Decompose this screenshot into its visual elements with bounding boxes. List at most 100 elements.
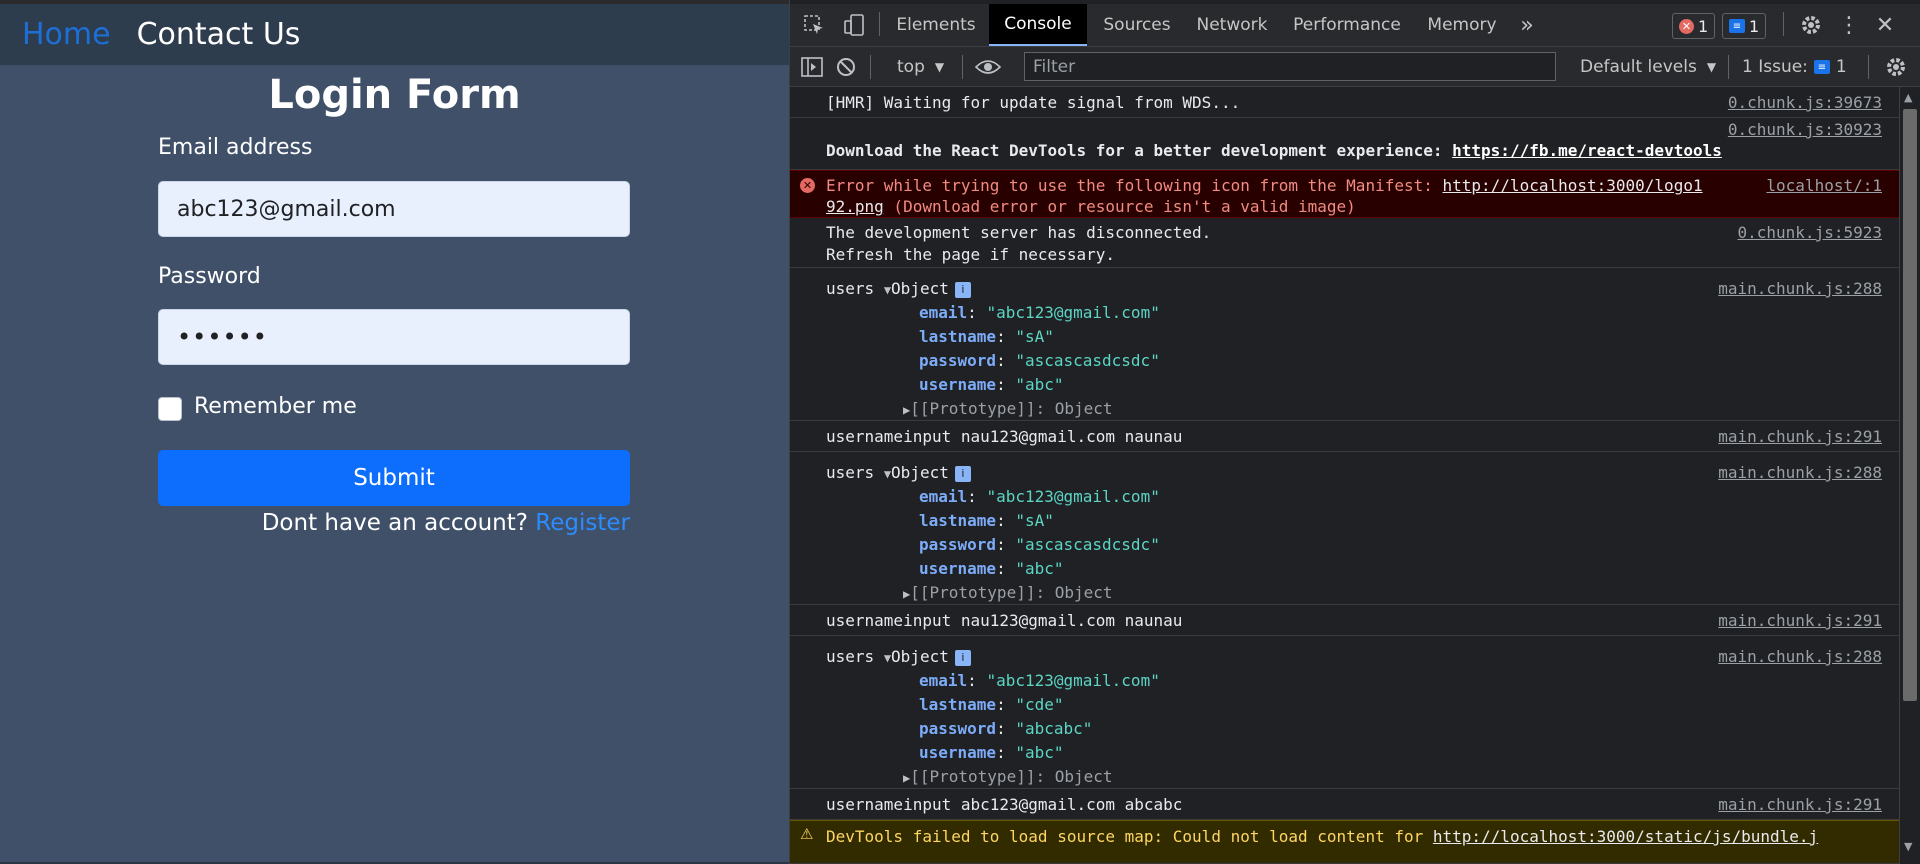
console-object: users ▼Object i main.chunk.js:288 email: … <box>790 636 1900 789</box>
error-text: (Download error or resource isn't a vali… <box>883 197 1356 216</box>
register-prompt: Dont have an account? Register <box>158 510 630 536</box>
divider <box>1728 55 1729 79</box>
more-tabs-icon[interactable]: » <box>1512 4 1542 46</box>
console-scrollbar[interactable]: ▲ ▼ <box>1899 87 1920 864</box>
email-field[interactable]: abc123@gmail.com <box>158 181 630 237</box>
info-icon: i <box>954 281 971 298</box>
inspect-icon[interactable] <box>802 13 826 37</box>
object-label: users <box>826 279 875 298</box>
context-label: top <box>897 57 925 77</box>
divider <box>962 55 963 79</box>
source-link[interactable]: main.chunk.js:288 <box>1718 646 1882 667</box>
sidebar-icon[interactable] <box>800 55 824 79</box>
bundle-link[interactable]: http://localhost:3000/static/js/bundle.j <box>1433 827 1818 846</box>
submit-button[interactable]: Submit <box>158 450 630 506</box>
error-icon: ✕ <box>1679 18 1694 34</box>
object-property: lastname: "cde" <box>919 695 1064 714</box>
caret-down-icon: ▼ <box>883 467 892 481</box>
chevron-down-icon: ▼ <box>1706 60 1717 74</box>
message-text: Download the React DevTools for a better… <box>826 140 1722 161</box>
source-link[interactable]: main.chunk.js:291 <box>1718 610 1882 631</box>
remember-me-checkbox[interactable] <box>158 397 182 421</box>
levels-label: Default levels <box>1580 57 1697 77</box>
settings-icon[interactable] <box>1799 13 1823 37</box>
message-text: usernameinput nau123@gmail.com naunau <box>826 611 1183 630</box>
object-property: lastname: "sA" <box>919 511 1054 530</box>
prototype-row[interactable]: ▶[[Prototype]]: Object <box>903 766 1113 789</box>
source-link[interactable]: main.chunk.js:288 <box>1718 278 1882 299</box>
tab-console[interactable]: Console <box>989 4 1087 46</box>
levels-dropdown[interactable]: Default levels ▼ <box>1580 47 1716 87</box>
info-icon: i <box>954 465 971 482</box>
register-link[interactable]: Register <box>535 510 630 536</box>
console-settings-icon[interactable] <box>1884 55 1908 79</box>
message-badge[interactable]: ≡ 1 <box>1722 13 1767 39</box>
object-property: password: "ascascasdcsdc" <box>919 351 1160 370</box>
chevron-down-icon: ▼ <box>934 60 945 74</box>
register-prompt-text: Dont have an account? <box>261 510 528 536</box>
source-link[interactable]: main.chunk.js:291 <box>1718 794 1882 815</box>
object-property: lastname: "sA" <box>919 327 1054 346</box>
source-link[interactable]: main.chunk.js:291 <box>1718 426 1882 447</box>
object-header[interactable]: users ▼Object i <box>826 646 971 669</box>
nav-contact-link[interactable]: Contact Us <box>137 17 301 52</box>
message-text: Refresh the page if necessary. <box>826 245 1115 264</box>
react-devtools-link[interactable]: https://fb.me/react-devtools <box>1452 141 1722 160</box>
object-header[interactable]: users ▼Object i <box>826 462 971 485</box>
source-link[interactable]: main.chunk.js:288 <box>1718 462 1882 483</box>
context-selector[interactable]: top ▼ <box>897 47 944 87</box>
error-count: 1 <box>1698 16 1709 36</box>
devtools-panel: Elements Console Sources Network Perform… <box>789 0 1920 864</box>
property-value: "abcabc" <box>1015 719 1093 738</box>
tab-memory[interactable]: Memory <box>1418 4 1506 46</box>
property-value: "abc" <box>1015 375 1064 394</box>
property-value: "abc123@gmail.com" <box>986 487 1160 506</box>
tab-sources[interactable]: Sources <box>1094 4 1180 46</box>
app-viewport: Home Contact Us Login Form Email address… <box>0 0 789 864</box>
object-type: Object <box>891 279 949 298</box>
scroll-down-icon[interactable]: ▼ <box>1904 840 1912 853</box>
error-icon: ✕ <box>800 178 815 193</box>
console-message: usernameinput nau123@gmail.com naunau ma… <box>790 421 1900 452</box>
clear-icon[interactable] <box>834 55 858 79</box>
nav-home-link[interactable]: Home <box>22 17 111 52</box>
issues-button[interactable]: 1 Issue: ≡ 1 <box>1742 47 1847 87</box>
close-icon[interactable]: ✕ <box>1873 13 1897 38</box>
tab-elements[interactable]: Elements <box>890 4 982 46</box>
source-link[interactable]: localhost/:1 <box>1766 175 1882 196</box>
tab-performance[interactable]: Performance <box>1284 4 1410 46</box>
prototype-row[interactable]: ▶[[Prototype]]: Object <box>903 398 1113 421</box>
source-link[interactable]: 0.chunk.js:30923 <box>1728 119 1882 140</box>
object-header[interactable]: users ▼Object i <box>826 278 971 301</box>
warning-icon: ⚠ <box>800 825 814 843</box>
divider <box>870 55 871 79</box>
error-badge[interactable]: ✕ 1 <box>1672 13 1716 39</box>
console-object: users ▼Object i main.chunk.js:288 email: … <box>790 268 1900 421</box>
eye-icon[interactable] <box>973 55 1003 79</box>
source-link[interactable]: 0.chunk.js:39673 <box>1728 92 1882 113</box>
property-value: "sA" <box>1015 511 1054 530</box>
error-text: Error while trying to use the following … <box>826 176 1443 195</box>
object-label: users <box>826 463 875 482</box>
message-text: The development server has disconnected. <box>826 223 1212 242</box>
manifest-icon-link[interactable]: http://localhost:3000/logo1 <box>1443 176 1703 195</box>
prototype-text: [[Prototype]]: Object <box>910 767 1113 786</box>
manifest-icon-link-cont[interactable]: 92.png <box>826 197 884 216</box>
source-link[interactable]: 0.chunk.js:5923 <box>1738 222 1883 243</box>
password-field[interactable]: •••••• <box>158 309 630 365</box>
device-toolbar-icon[interactable] <box>842 13 866 37</box>
kebab-icon[interactable]: ⋮ <box>1838 13 1860 38</box>
caret-down-icon: ▼ <box>883 283 892 297</box>
scroll-thumb[interactable] <box>1903 109 1917 701</box>
scroll-up-icon[interactable]: ▲ <box>1904 91 1912 104</box>
tab-network[interactable]: Network <box>1188 4 1276 46</box>
filter-input[interactable]: Filter <box>1024 52 1556 81</box>
prototype-row[interactable]: ▶[[Prototype]]: Object <box>903 582 1113 605</box>
object-property: username: "abc" <box>919 375 1064 394</box>
info-icon: i <box>954 649 971 666</box>
email-label: Email address <box>158 135 313 160</box>
message-count: 1 <box>1749 16 1760 36</box>
property-value: "cde" <box>1015 695 1064 714</box>
property-value: "sA" <box>1015 327 1054 346</box>
object-property: password: "ascascasdcsdc" <box>919 535 1160 554</box>
